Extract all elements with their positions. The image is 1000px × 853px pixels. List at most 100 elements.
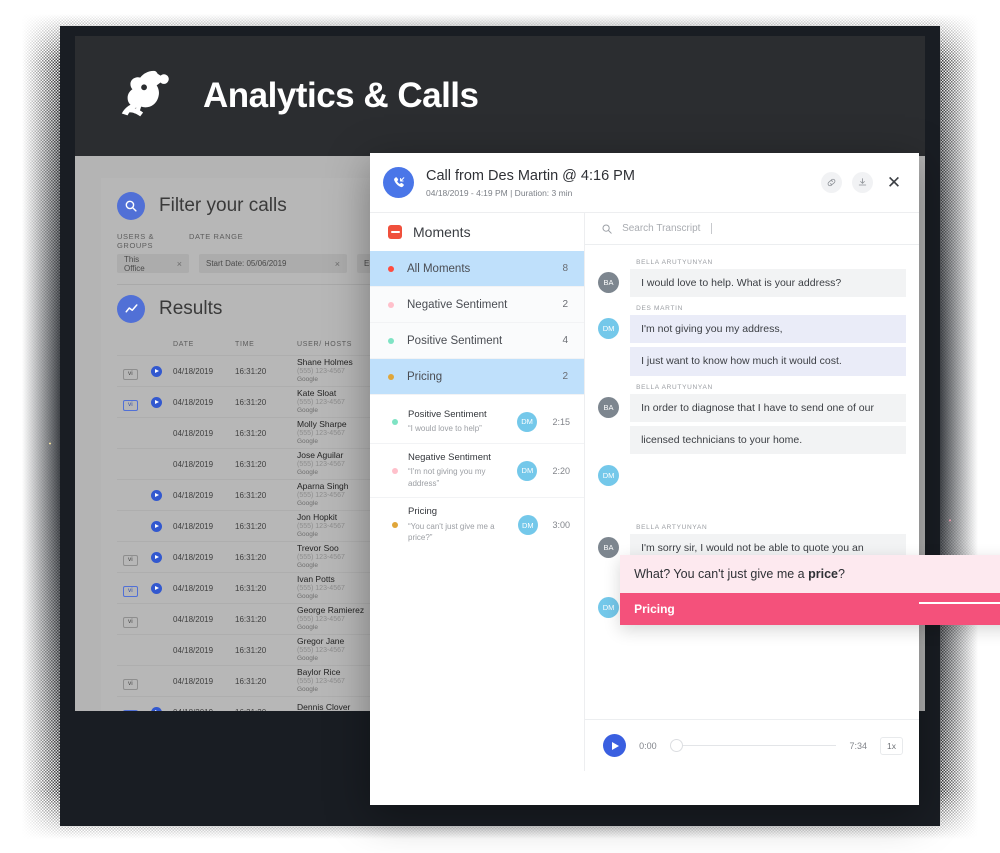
- transcript-group: DES MARTIN DM I'm not giving you my addres…: [598, 305, 906, 379]
- modal-header-actions: ✕: [821, 172, 905, 194]
- col-date: DATE: [173, 341, 194, 348]
- close-icon[interactable]: ✕: [883, 172, 905, 194]
- moment-category-list: All Moments 8 Negative Sentiment 2 Positive …: [370, 251, 585, 395]
- transcript-bubble[interactable]: I would love to help. What is your addre…: [630, 269, 906, 298]
- trend-chart-icon: [117, 295, 145, 323]
- modal-header: Call from Des Martin @ 4:16 PM 04/18/201…: [370, 153, 919, 212]
- play-icon[interactable]: [151, 396, 162, 408]
- screenshot-stage: Analytics & Calls Filter your calls USER…: [0, 0, 1000, 853]
- category-label: Positive Sentiment: [407, 334, 503, 347]
- search-icon: [602, 223, 612, 234]
- row-time: 16:31:20: [235, 510, 297, 542]
- progress-slider[interactable]: [669, 739, 837, 753]
- date-range-label: DATE RANGE: [189, 232, 244, 241]
- play-icon[interactable]: [603, 734, 627, 757]
- moment-quote: “You can't just give me a price?”: [408, 521, 495, 543]
- vi-badge[interactable]: vi: [123, 710, 138, 711]
- moment-timestamp: 2:15: [552, 416, 571, 427]
- vi-badge[interactable]: vi: [123, 369, 138, 380]
- row-time: 16:31:20: [235, 603, 297, 635]
- category-count: 8: [562, 263, 569, 274]
- moment-list-item[interactable]: Pricing “You can't just give me a price?”…: [370, 498, 584, 552]
- link-icon[interactable]: [821, 172, 842, 193]
- play-icon[interactable]: [151, 489, 162, 501]
- moments-title: Moments: [413, 224, 471, 240]
- moment-texts: Positive Sentiment “I would love to help”: [408, 409, 517, 435]
- chip-label: Start Date: 05/06/2019: [206, 259, 287, 268]
- row-date: 04/18/2019: [173, 355, 235, 387]
- playback-speed-button[interactable]: 1x: [880, 736, 903, 755]
- transcript-group: DM: [598, 462, 906, 520]
- chip-remove-icon[interactable]: ×: [335, 259, 340, 269]
- vi-badge[interactable]: vi: [123, 555, 138, 566]
- progress-knob[interactable]: [669, 739, 683, 752]
- category-count: 2: [562, 371, 569, 382]
- users-groups-label: USERS & GROUPS: [117, 232, 155, 250]
- row-time: 16:31:20: [235, 665, 297, 697]
- play-icon[interactable]: [151, 551, 162, 563]
- call-detail-modal: Call from Des Martin @ 4:16 PM 04/18/201…: [370, 153, 1000, 805]
- row-date: 04/18/2019: [173, 448, 235, 480]
- moment-category-positive-sentiment[interactable]: Positive Sentiment 4: [370, 323, 585, 359]
- row-date: 04/18/2019: [173, 665, 235, 697]
- chip-label: This Office: [124, 254, 145, 273]
- horse-head-logo-icon: [121, 70, 169, 117]
- filter-chip-start-date[interactable]: Start Date: 05/06/2019 ×: [199, 254, 347, 273]
- moment-quote: “I'm not giving you my address”: [408, 467, 486, 488]
- transcript-bubble[interactable]: I just want to know how much it would co…: [630, 347, 906, 376]
- highlight-text-after: ?: [837, 567, 845, 581]
- moment-color-dot: [392, 522, 398, 529]
- chip-remove-icon[interactable]: ×: [177, 259, 182, 269]
- avatar: DM: [598, 318, 620, 340]
- filter-chip-office[interactable]: This Office ×: [117, 254, 189, 273]
- category-label: Negative Sentiment: [407, 298, 508, 311]
- row-time: 16:31:20: [235, 572, 297, 604]
- row-play-cell: [151, 696, 173, 711]
- transcript-speaker: BELLA ARUTYUNYAN: [636, 383, 713, 391]
- vi-badge[interactable]: vi: [123, 400, 138, 411]
- row-date: 04/18/2019: [173, 417, 235, 449]
- moment-category-negative-sentiment[interactable]: Negative Sentiment 2: [370, 287, 585, 323]
- row-vi-cell: vi: [117, 665, 151, 697]
- search-input[interactable]: Search Transcript: [622, 223, 700, 234]
- transcript-speaker: BELLA ARTYUNYAN: [636, 523, 708, 531]
- moments-header: Moments: [370, 213, 584, 251]
- transcript-bubble[interactable]: In order to diagnose that I have to send…: [630, 393, 906, 422]
- moment-label: Negative Sentiment: [408, 451, 491, 463]
- moment-list-item[interactable]: Negative Sentiment “I'm not giving you my…: [370, 444, 585, 499]
- category-color-dot: [388, 337, 394, 344]
- row-date: 04/18/2019: [173, 603, 235, 635]
- row-time: 16:31:20: [235, 355, 297, 387]
- row-vi-cell: [117, 510, 151, 542]
- highlighted-moment-text: What? You can't just give me a price?: [620, 555, 1000, 593]
- moment-category-pricing[interactable]: Pricing 2: [370, 359, 585, 395]
- transcript-bubble[interactable]: I'm not giving you my address,: [630, 315, 906, 344]
- play-icon[interactable]: [151, 520, 162, 532]
- highlighted-moment-card[interactable]: What? You can't just give me a price? Pr…: [620, 555, 1000, 625]
- total-time: 7:34: [849, 740, 868, 751]
- transcript-bubble[interactable]: licensed technicians to your home.: [630, 425, 906, 454]
- row-date: 04/18/2019: [173, 479, 235, 511]
- row-play-cell: [151, 386, 173, 418]
- transcript-rows: DM I'm not giving you my address, I just w…: [598, 315, 906, 379]
- avatar: DM: [517, 460, 538, 481]
- play-icon[interactable]: [151, 706, 162, 711]
- search-transcript-bar[interactable]: Search Transcript: [585, 213, 919, 245]
- moment-list-item[interactable]: Positive Sentiment “I would love to help”…: [370, 401, 585, 444]
- transcript-bubbles: [630, 462, 906, 520]
- row-vi-cell: vi: [117, 696, 151, 711]
- row-date: 04/18/2019: [173, 386, 235, 418]
- row-vi-cell: [117, 479, 151, 511]
- moment-category-all-moments[interactable]: All Moments 8: [370, 251, 585, 287]
- play-icon[interactable]: [151, 365, 162, 377]
- vi-badge[interactable]: vi: [123, 617, 138, 628]
- vi-badge[interactable]: vi: [123, 586, 138, 597]
- incoming-call-icon: [383, 167, 414, 198]
- vi-badge[interactable]: vi: [123, 679, 138, 690]
- play-icon[interactable]: [151, 582, 162, 594]
- download-icon[interactable]: [852, 172, 873, 193]
- transcript-rows: BA In order to diagnose that I have to se…: [598, 393, 906, 458]
- row-time: 16:31:20: [235, 541, 297, 573]
- row-vi-cell: [117, 417, 151, 449]
- highlighted-moment-tag: Pricing: [620, 593, 1000, 625]
